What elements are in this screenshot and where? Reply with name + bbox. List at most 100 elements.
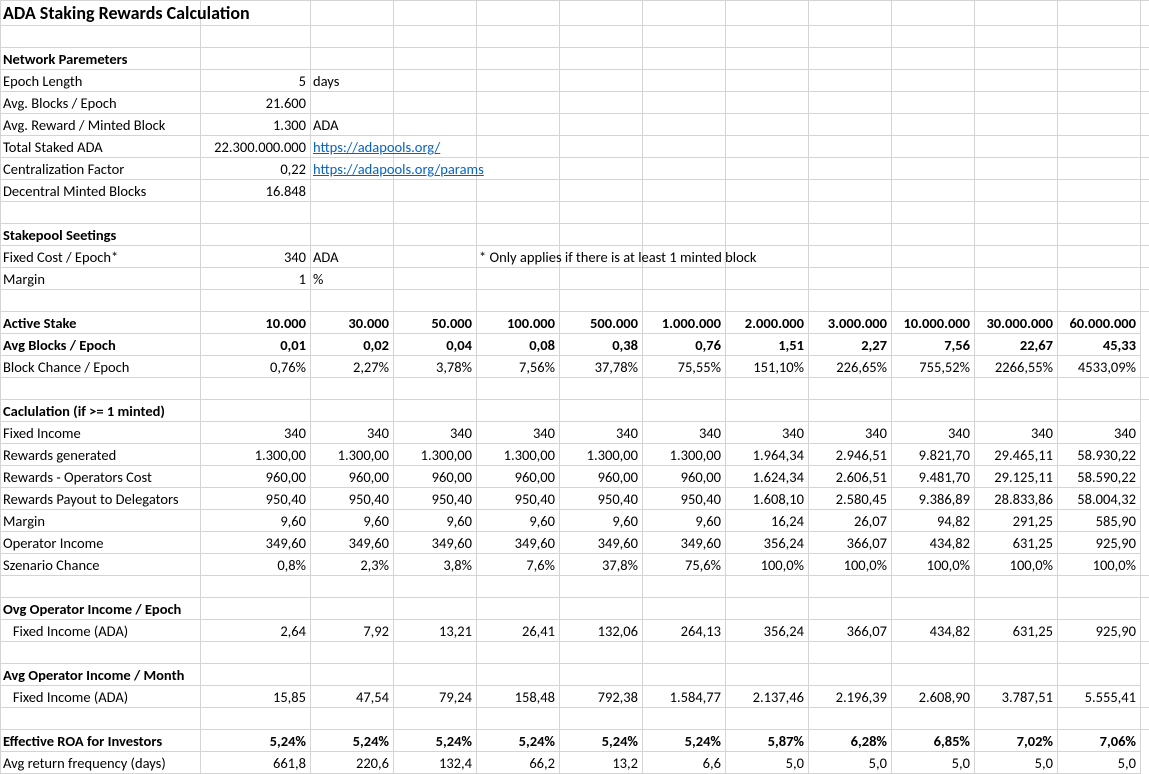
cell-value: 340	[892, 422, 975, 444]
cell-value: 340	[311, 422, 394, 444]
empty-cell	[201, 26, 311, 48]
empty-cell	[477, 708, 560, 730]
empty-cell	[892, 202, 975, 224]
cell-value: 349,60	[311, 532, 394, 554]
empty-cell	[643, 70, 726, 92]
empty-cell	[1, 708, 201, 730]
param-value: 0,22	[201, 158, 311, 180]
cell-value: 220,6	[311, 752, 394, 774]
cell-value: 29.465,11	[975, 444, 1058, 466]
param-link[interactable]: https://adapools.org/params	[311, 158, 394, 180]
param-note	[477, 268, 560, 290]
cell-value: 631,25	[975, 620, 1058, 642]
empty-cell	[1141, 136, 1149, 158]
empty-cell	[311, 202, 394, 224]
cell-value: 0,08	[477, 334, 560, 356]
empty-cell	[975, 202, 1058, 224]
row-label: Margin	[1, 510, 201, 532]
empty-cell	[726, 158, 809, 180]
cell-value: 0,02	[311, 334, 394, 356]
cell-value: 631,25	[975, 532, 1058, 554]
cell-value	[975, 664, 1058, 686]
cell-value: 349,60	[394, 532, 477, 554]
empty-cell	[726, 92, 809, 114]
empty-cell	[975, 268, 1058, 290]
empty-cell	[477, 70, 560, 92]
cell-value: 5,24%	[311, 730, 394, 752]
empty-cell	[975, 26, 1058, 48]
empty-cell	[726, 378, 809, 400]
cell-value: 2,3%	[311, 554, 394, 576]
param-value: 340	[201, 246, 311, 268]
empty-cell	[394, 92, 477, 114]
empty-cell	[809, 136, 892, 158]
cell-value: 9,60	[477, 510, 560, 532]
empty-cell	[201, 290, 311, 312]
empty-cell	[477, 642, 560, 664]
empty-cell	[394, 114, 477, 136]
cell-value	[201, 664, 311, 686]
cell-value: 264,13	[643, 620, 726, 642]
cell-value: 13,2	[560, 752, 643, 774]
cell-value: 1.608,10	[726, 488, 809, 510]
cell-value: 6,85%	[892, 730, 975, 752]
row-label: Rewards - Operators Cost	[1, 466, 201, 488]
empty-cell	[1141, 92, 1149, 114]
cell-value	[892, 598, 975, 620]
row-label: Szenario Chance	[1, 554, 201, 576]
empty-cell	[1, 576, 201, 598]
empty-cell	[394, 180, 477, 202]
param-value: 1	[201, 268, 311, 290]
empty-cell	[1058, 708, 1141, 730]
stake-col-header: 30.000.000	[975, 312, 1058, 334]
cell-value: 356,24	[726, 532, 809, 554]
cell-value: 79,24	[394, 686, 477, 708]
empty-cell	[1058, 268, 1141, 290]
cell-value: 340	[477, 422, 560, 444]
empty-cell	[1, 202, 201, 224]
stake-col-header: 3.000.000	[809, 312, 892, 334]
empty-cell	[1141, 202, 1149, 224]
cell-value: 9,60	[201, 510, 311, 532]
empty-cell	[643, 26, 726, 48]
cell-value: 2.946,51	[809, 444, 892, 466]
cell-value: 661,8	[201, 752, 311, 774]
param-link[interactable]: https://adapools.org/	[311, 136, 394, 158]
empty-cell	[892, 576, 975, 598]
cell-value: 960,00	[201, 466, 311, 488]
empty-cell	[1058, 246, 1141, 268]
empty-cell	[643, 114, 726, 136]
empty-cell	[1, 290, 201, 312]
page-title: ADA Staking Rewards Calculation	[1, 1, 201, 26]
empty-cell	[892, 136, 975, 158]
empty-cell	[1058, 48, 1141, 70]
cell-value: 5,0	[892, 752, 975, 774]
empty-cell	[201, 202, 311, 224]
cell-value: 9.386,89	[892, 488, 975, 510]
empty-cell	[809, 224, 892, 246]
cell-value: 1.964,34	[726, 444, 809, 466]
cell-value: 0,04	[394, 334, 477, 356]
empty-cell	[201, 224, 311, 246]
cell-value: 349,60	[560, 532, 643, 554]
empty-cell	[643, 48, 726, 70]
stake-col-header: 1.000.000	[643, 312, 726, 334]
cell-value: 1.300,00	[477, 444, 560, 466]
empty-cell	[394, 246, 477, 268]
row-label: Effective ROA for Investors	[1, 730, 201, 752]
cell-value: 66,2	[477, 752, 560, 774]
empty-cell	[477, 1, 560, 26]
cell-value	[394, 664, 477, 686]
empty-cell	[311, 26, 394, 48]
empty-cell	[643, 202, 726, 224]
empty-cell	[892, 70, 975, 92]
row-label: Fixed Income (ADA)	[1, 620, 201, 642]
empty-cell	[975, 180, 1058, 202]
empty-cell	[1141, 642, 1149, 664]
empty-cell	[726, 180, 809, 202]
empty-cell	[1141, 48, 1149, 70]
empty-cell	[1141, 224, 1149, 246]
empty-cell	[809, 180, 892, 202]
cell-value: 340	[809, 422, 892, 444]
empty-cell	[726, 576, 809, 598]
